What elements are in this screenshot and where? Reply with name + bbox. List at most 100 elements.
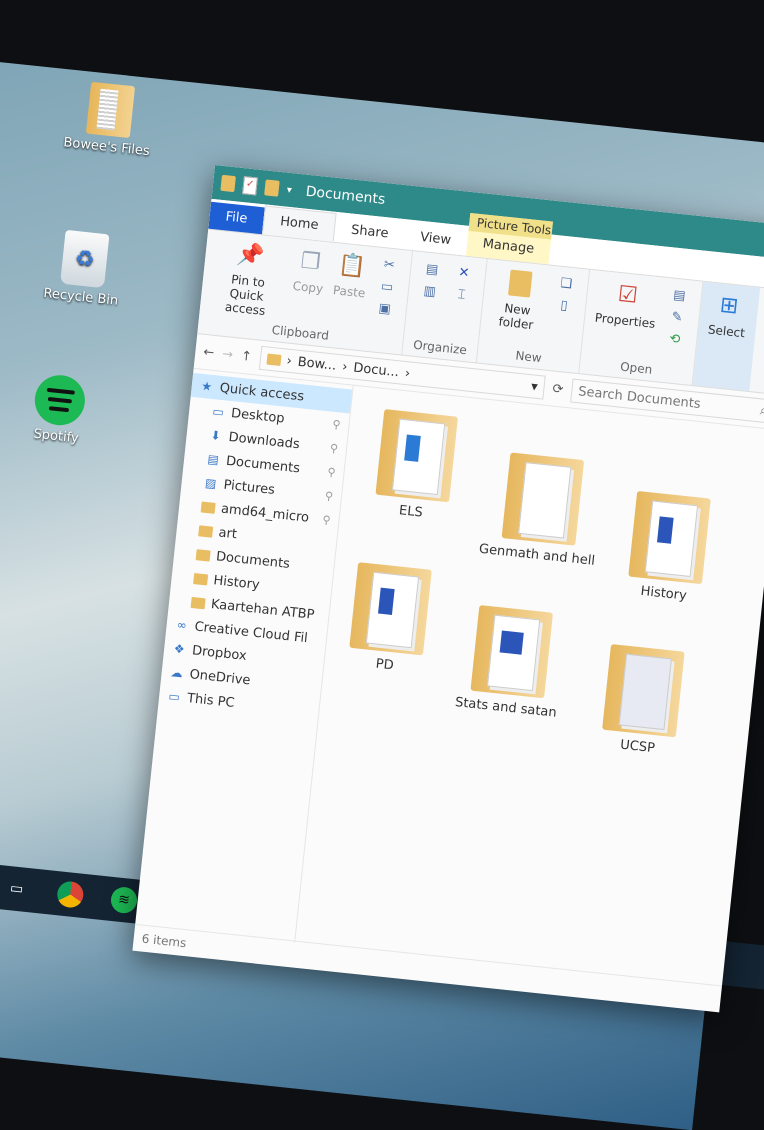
copy-icon: ❐ [299,248,322,275]
sidebar-item-label: Pictures [222,477,276,498]
select-all-icon: ⊞ [718,292,740,319]
folder-item-genmath-and-hell[interactable]: Genmath and hell [477,450,608,569]
copy-button[interactable]: ❐ Copy [292,245,327,296]
pin-icon: 📌 [235,241,266,270]
folder-icon [349,562,432,656]
cut-icon[interactable]: ✂ [380,257,398,275]
properties-icon[interactable]: ✓ [242,176,258,196]
back-icon[interactable]: ← [203,344,215,360]
pin-icon[interactable]: ⚲ [322,513,331,527]
folder-item-history[interactable]: History [603,489,734,608]
window-title: Documents [304,183,386,208]
forward-icon[interactable]: → [221,346,233,362]
folder-item-ucsp[interactable]: UCSP [577,642,708,761]
properties-icon: ☑ [616,281,639,309]
sidebar-item-label: History [212,572,261,593]
sidebar-item-label: Downloads [227,429,301,452]
chevron-down-icon[interactable]: ▾ [286,184,292,195]
spotify-icon[interactable]: ≋ [109,885,139,915]
chevron-down-icon[interactable]: ▾ [530,379,538,395]
folder-item-stats-and-satan[interactable]: Stats and satan [445,603,576,722]
folder-item-pd[interactable]: PD [324,560,455,679]
sidebar-item-label: Desktop [230,405,286,427]
folder-icon [198,524,214,538]
desktop-icon-bowees-files[interactable]: Bowee's Files [51,78,168,160]
new-group-label: New [514,348,543,366]
search-input[interactable]: Search Documents [578,384,702,412]
move-to-icon[interactable]: ▤ [423,261,441,279]
select-label: Select [707,322,746,341]
organize-group: ▤ ▥ ✕ ⌶ Organize [402,251,488,363]
clipboard-icon: 📋 [336,251,367,280]
pin-icon[interactable]: ⚲ [329,441,338,455]
delete-icon[interactable]: ✕ [455,265,473,283]
chrome-icon[interactable] [56,880,85,909]
clipboard-group: 📌 Pin to Quick access ❐ Copy 📋 Paste ✂ ▭… [197,229,413,355]
new-item-icon[interactable]: ❏ [557,276,575,294]
pin-icon[interactable]: ⚲ [324,489,333,503]
folder-icon [266,353,282,366]
select-button[interactable]: ⊞ Select [707,289,749,341]
search-icon: ⌕ [759,402,764,419]
pin-icon[interactable]: ⚲ [332,417,341,431]
folder-item-els[interactable]: ELS [350,407,481,526]
pin-icon[interactable]: ⚲ [327,465,336,479]
breadcrumb-segment[interactable]: Docu... [353,360,400,380]
item-count: 6 items [141,931,188,951]
desktop-icon: ▭ [211,404,225,420]
paste-button[interactable]: 📋 Paste [332,249,369,300]
new-folder-icon[interactable] [264,179,280,197]
folder-icon [190,596,206,609]
spotify-icon [32,372,88,428]
select-group: ⊞ Select [692,281,760,392]
sidebar-item-label: art [217,524,238,542]
folder-icon [195,548,211,562]
breadcrumb-segment[interactable]: Bow... [297,354,337,373]
computer-icon: ▭ [167,689,181,705]
easy-access-icon[interactable]: ▯ [555,297,573,315]
paste-label: Paste [332,283,366,301]
rename-icon[interactable]: ⌶ [453,287,471,305]
copy-label: Copy [292,278,324,296]
file-name: ELS [398,503,424,521]
new-group: New folder ❏ ▯ New [476,259,590,374]
desktop-icon-spotify[interactable]: Spotify [1,370,118,450]
folder-icon [200,500,216,514]
file-explorer-window: ✓ ▾ Documents File Home Share View Pictu… [132,165,764,1013]
open-icon[interactable]: ▤ [671,287,689,305]
new-folder-button[interactable]: New folder [490,266,546,333]
tab-view[interactable]: View [403,222,468,255]
explorer-body: ★ Quick access ▭ Desktop ⚲ ⬇ Downloads ⚲ ▤ Docume… [135,368,764,988]
copy-to-icon[interactable]: ▥ [421,283,439,301]
file-name: History [639,583,688,604]
paste-shortcut-icon[interactable]: ▣ [376,301,394,319]
new-folder-label: New folder [497,301,535,333]
refresh-icon[interactable]: ⟳ [552,381,564,397]
desktop-icon-label: Spotify [32,426,80,447]
tab-manage[interactable]: Picture Tools Manage [465,212,554,265]
edit-icon[interactable]: ✎ [668,309,686,327]
task-view-icon[interactable]: ▭ [2,875,31,904]
folder-icon[interactable] [220,174,236,193]
picture-icon: ▨ [204,475,218,491]
organize-group-label: Organize [412,337,468,358]
chevron-right-icon: › [285,353,293,369]
properties-button[interactable]: ☑ Properties [594,277,659,330]
tab-file[interactable]: File [208,201,265,235]
sidebar-item-label: Dropbox [191,642,248,664]
new-folder-icon [504,267,537,300]
history-icon[interactable]: ⟲ [666,331,684,349]
document-icon: ▤ [206,451,220,467]
file-name: Genmath and hell [478,541,596,569]
file-list: ELS Genmath and hell History PD Stats an… [295,386,764,988]
folder-icon [628,490,711,585]
tab-home[interactable]: Home [261,205,337,242]
folder-icon [85,81,136,139]
up-icon[interactable]: ↑ [240,348,252,364]
desktop-icon-recycle-bin[interactable]: ♻ Recycle Bin [25,226,142,310]
copy-path-icon[interactable]: ▭ [378,279,396,297]
desktop-icon-label: Recycle Bin [42,285,119,309]
folder-icon [602,644,685,738]
pin-to-quick-access-button[interactable]: 📌 Pin to Quick access [210,237,288,320]
tab-share[interactable]: Share [334,215,406,249]
